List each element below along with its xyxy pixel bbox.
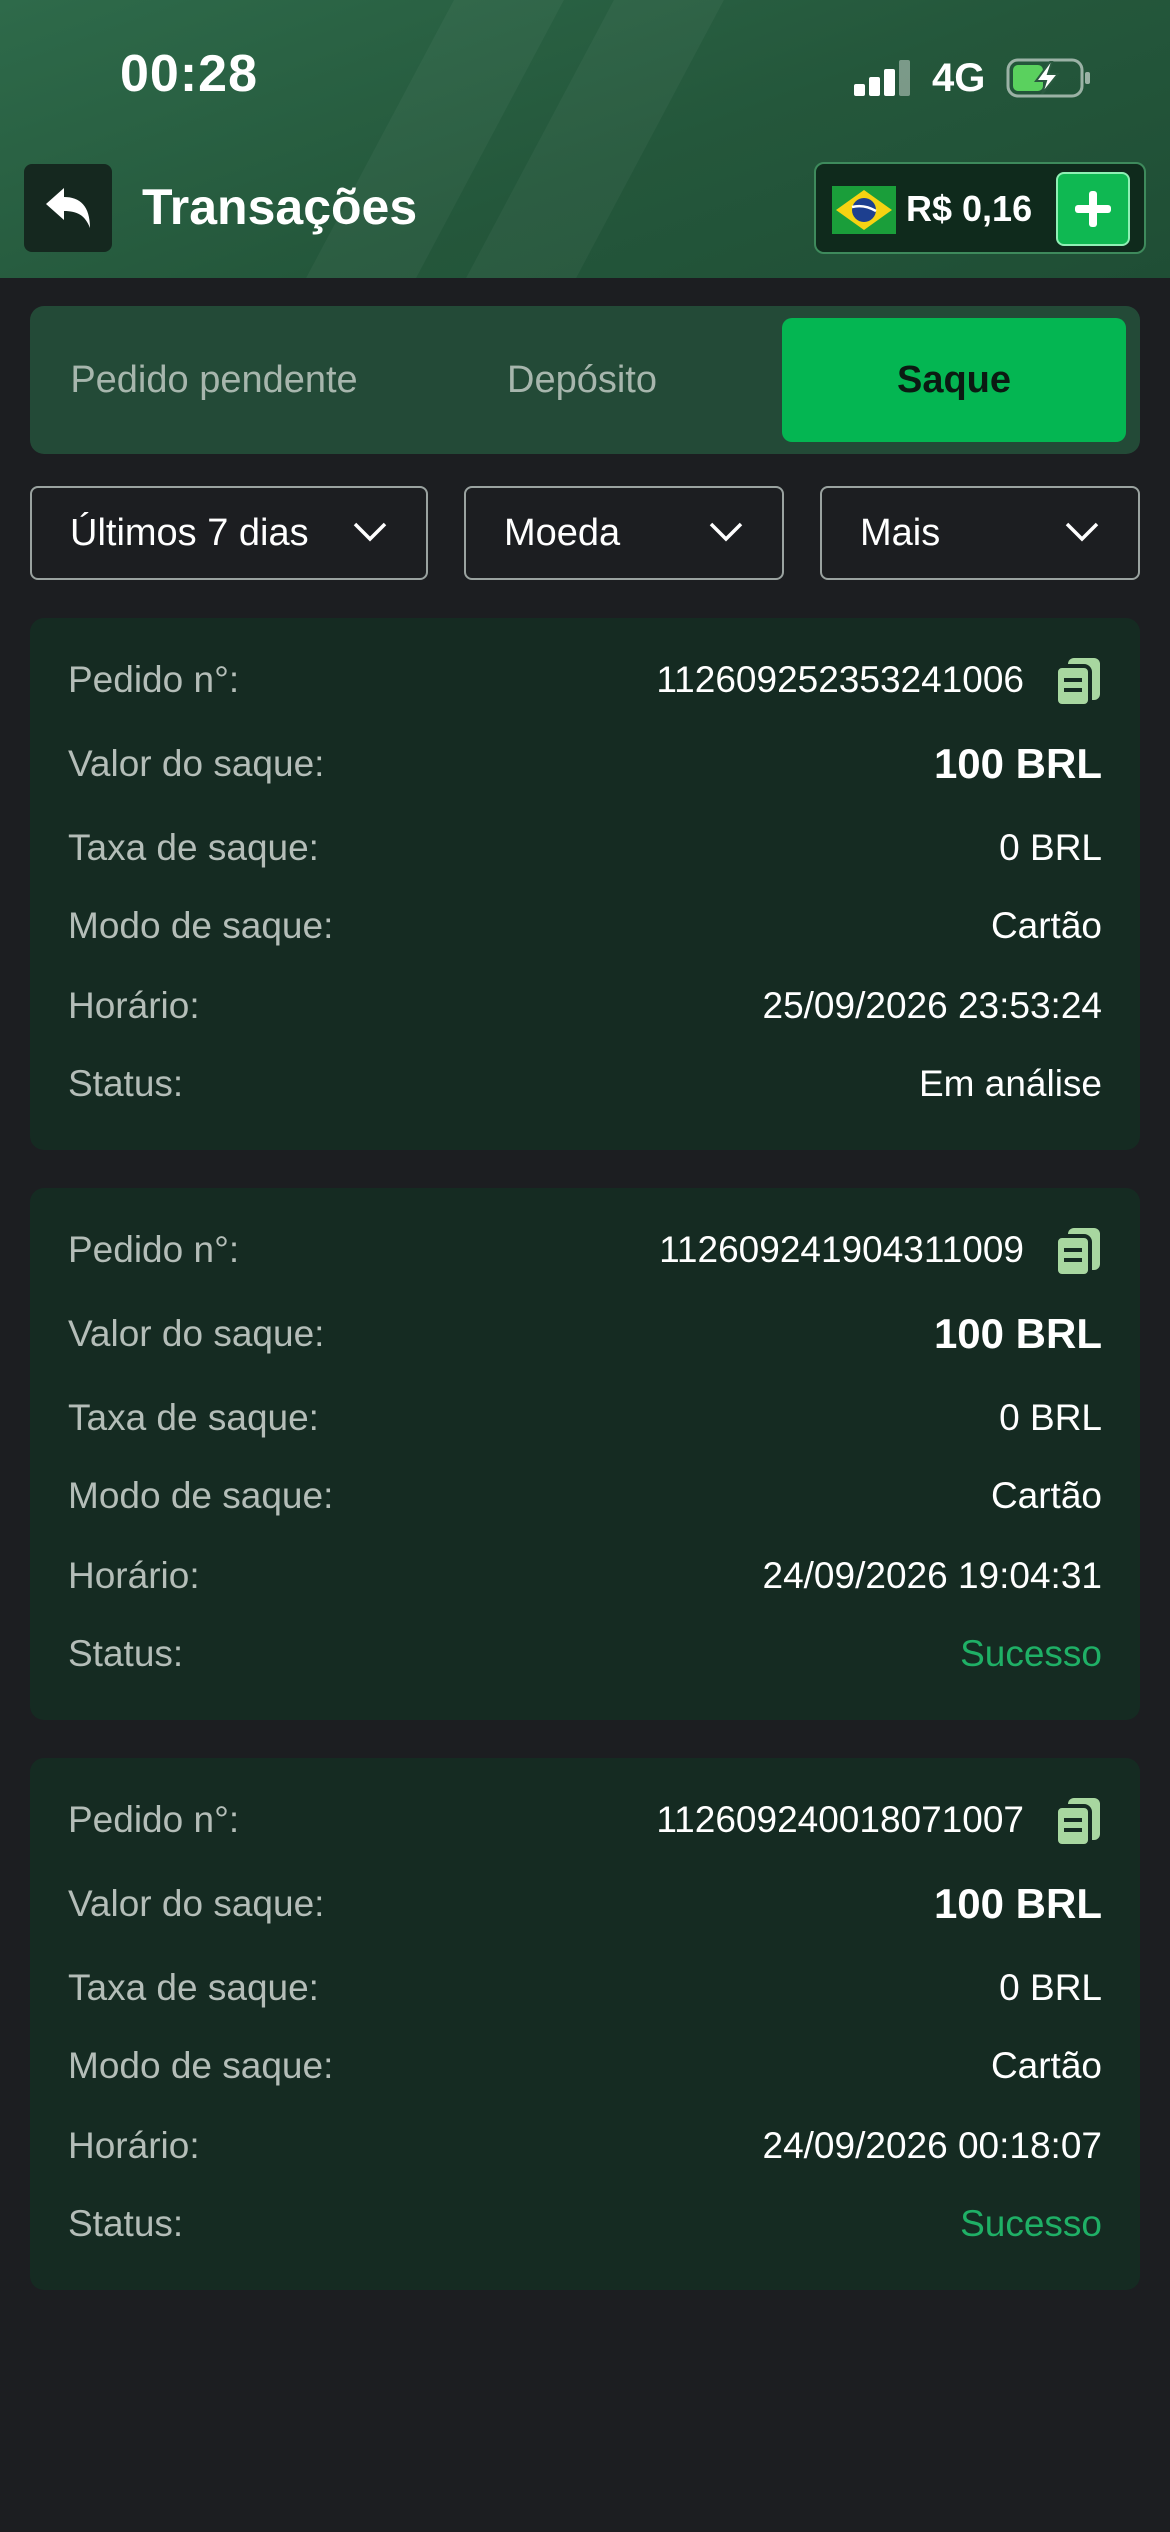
withdraw-fee: 0 BRL	[999, 827, 1102, 868]
tab-pedido-pendente[interactable]: Pedido pendente	[30, 318, 398, 442]
transaction-card: Pedido n°: 112609241904311009 Valor do s…	[30, 1188, 1140, 1720]
chevron-down-icon	[1065, 522, 1099, 542]
order-label: Pedido n°:	[68, 1799, 240, 1840]
fee-row: Taxa de saque: 0 BRL	[68, 1388, 1102, 1448]
withdraw-time: 25/09/2026 23:53:24	[762, 985, 1103, 1026]
amount-row: Valor do saque: 100 BRL	[68, 734, 1102, 794]
mode-row: Modo de saque: Cartão	[68, 1466, 1102, 1526]
transaction-card: Pedido n°: 112609240018071007 Valor do s…	[30, 1758, 1140, 2290]
mode-row: Modo de saque: Cartão	[68, 2036, 1102, 2096]
fee-label: Taxa de saque:	[68, 1967, 319, 2008]
tab-saque[interactable]: Saque	[782, 318, 1126, 442]
order-row: Pedido n°: 112609241904311009	[68, 1220, 1102, 1280]
withdraw-amount: 100 BRL	[933, 740, 1102, 787]
filter-period-label: Últimos 7 dias	[70, 511, 309, 554]
time-label: Horário:	[68, 2125, 200, 2166]
battery-charging-icon	[1006, 58, 1090, 98]
plus-icon	[1075, 191, 1111, 227]
withdraw-mode: Cartão	[990, 1475, 1102, 1516]
amount-row: Valor do saque: 100 BRL	[68, 1874, 1102, 1934]
network-type: 4G	[932, 56, 986, 100]
brazil-flag-icon	[832, 186, 896, 234]
status-label: Status:	[68, 1063, 184, 1104]
mode-label: Modo de saque:	[68, 1475, 334, 1516]
header: 00:28 4G Transações R$ 0,16	[0, 0, 1170, 278]
order-number: 112609240018071007	[656, 1799, 1024, 1840]
filter-more-label: Mais	[860, 511, 941, 554]
mode-label: Modo de saque:	[68, 2045, 334, 2086]
balance-amount: R$ 0,16	[906, 188, 1033, 229]
transaction-card: Pedido n°: 112609252353241006 Valor do s…	[30, 618, 1140, 1150]
withdraw-mode: Cartão	[990, 905, 1102, 946]
fee-row: Taxa de saque: 0 BRL	[68, 818, 1102, 878]
withdraw-fee: 0 BRL	[999, 1397, 1102, 1438]
order-number: 112609252353241006	[656, 659, 1024, 700]
mode-label: Modo de saque:	[68, 905, 334, 946]
tab-deposito[interactable]: Depósito	[398, 318, 766, 442]
fee-label: Taxa de saque:	[68, 1397, 319, 1438]
status-row: Status: Sucesso	[68, 1624, 1102, 1684]
back-arrow-icon	[46, 188, 90, 228]
withdraw-amount: 100 BRL	[933, 1880, 1102, 1927]
fee-row: Taxa de saque: 0 BRL	[68, 1958, 1102, 2018]
status-row: Status: Sucesso	[68, 2194, 1102, 2254]
withdraw-status: Sucesso	[960, 1633, 1102, 1674]
filter-currency[interactable]: Moeda	[464, 486, 784, 580]
withdraw-time: 24/09/2026 00:18:07	[762, 2125, 1103, 2166]
order-row: Pedido n°: 112609252353241006	[68, 650, 1102, 710]
amount-row: Valor do saque: 100 BRL	[68, 1304, 1102, 1364]
order-number: 112609241904311009	[659, 1229, 1024, 1270]
filter-more[interactable]: Mais	[820, 486, 1140, 580]
time-row: Horário: 24/09/2026 00:18:07	[68, 2116, 1102, 2176]
status-label: Status:	[68, 1633, 184, 1674]
status-bar: 00:28 4G	[0, 0, 1170, 150]
back-button[interactable]	[24, 164, 112, 252]
order-label: Pedido n°:	[68, 659, 240, 700]
amount-label: Valor do saque:	[68, 743, 325, 784]
withdraw-status: Sucesso	[960, 2203, 1102, 2244]
copy-icon[interactable]	[1054, 1226, 1102, 1278]
copy-icon[interactable]	[1054, 656, 1102, 708]
page-title: Transações	[142, 179, 418, 235]
mode-row: Modo de saque: Cartão	[68, 896, 1102, 956]
withdraw-time: 24/09/2026 19:04:31	[762, 1555, 1103, 1596]
signal-icon	[854, 60, 912, 96]
amount-label: Valor do saque:	[68, 1313, 325, 1354]
amount-label: Valor do saque:	[68, 1883, 325, 1924]
transaction-tabs: Pedido pendente Depósito Saque	[30, 306, 1140, 454]
withdraw-status: Em análise	[918, 1063, 1102, 1104]
order-label: Pedido n°:	[68, 1229, 240, 1270]
withdraw-amount: 100 BRL	[933, 1310, 1102, 1357]
add-funds-button[interactable]	[1056, 172, 1130, 246]
filter-currency-label: Moeda	[504, 511, 621, 554]
balance-widget[interactable]: R$ 0,16	[814, 162, 1146, 254]
chevron-down-icon	[353, 522, 387, 542]
status-label: Status:	[68, 2203, 184, 2244]
withdraw-fee: 0 BRL	[999, 1967, 1102, 2008]
time-row: Horário: 24/09/2026 19:04:31	[68, 1546, 1102, 1606]
status-row: Status: Em análise	[68, 1054, 1102, 1114]
withdraw-mode: Cartão	[990, 2045, 1102, 2086]
time-row: Horário: 25/09/2026 23:53:24	[68, 976, 1102, 1036]
time-label: Horário:	[68, 985, 200, 1026]
filter-period[interactable]: Últimos 7 dias	[30, 486, 428, 580]
order-row: Pedido n°: 112609240018071007	[68, 1790, 1102, 1850]
chevron-down-icon	[709, 522, 743, 542]
copy-icon[interactable]	[1054, 1796, 1102, 1848]
status-time: 00:28	[120, 45, 258, 103]
fee-label: Taxa de saque:	[68, 827, 319, 868]
time-label: Horário:	[68, 1555, 200, 1596]
